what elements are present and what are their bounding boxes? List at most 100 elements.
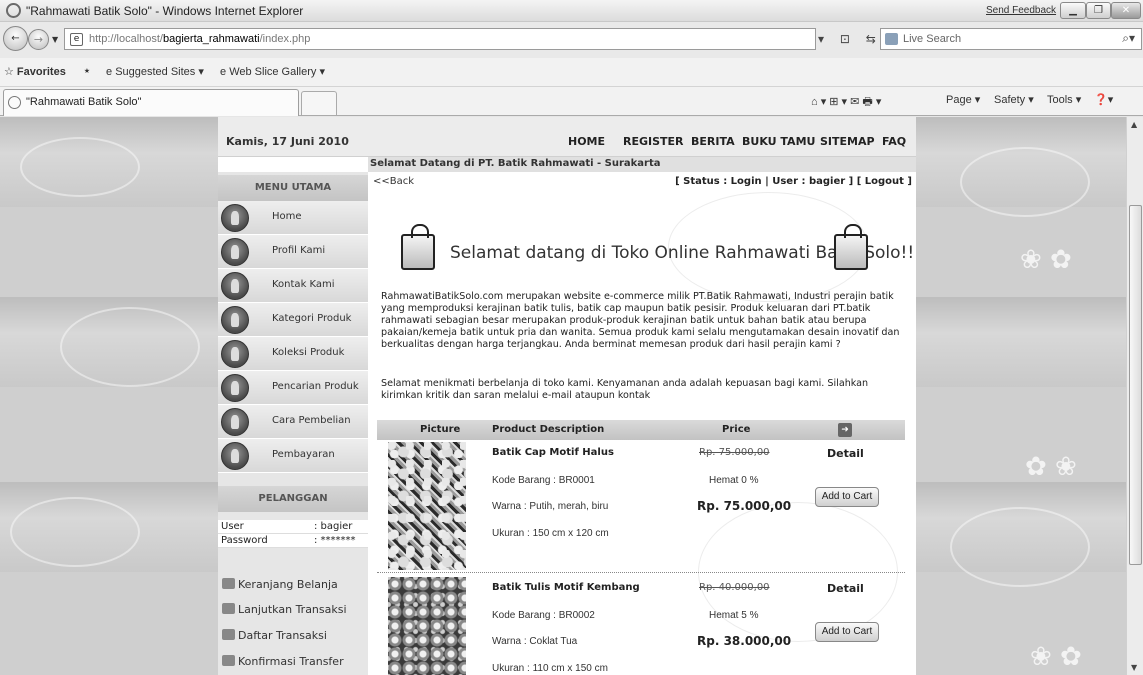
vertical-scrollbar[interactable]: ▲ ▼ <box>1126 117 1143 675</box>
login-user-row: User: bagier <box>218 520 368 534</box>
login-password-row: Password: ******* <box>218 534 368 548</box>
login-status[interactable]: [ Status : Login | User : bagier ] [ Log… <box>675 176 912 187</box>
new-tab-button[interactable] <box>301 91 337 115</box>
garuda-emblem-icon <box>221 408 249 436</box>
suggested-sites-label: Suggested Sites ▾ <box>115 66 204 78</box>
recent-pages-dropdown-icon[interactable]: ▼ <box>52 35 58 44</box>
web-slice-gallery-link[interactable]: e Web Slice Gallery ▾ <box>220 65 325 78</box>
sidebar-item-pencarian[interactable]: Pencarian Produk <box>218 371 368 405</box>
safety-menu[interactable]: Safety ▾ <box>994 93 1034 106</box>
window-titlebar: "Rahmawati Batik Solo" - Windows Interne… <box>0 0 1143 22</box>
tools-menu[interactable]: Tools ▾ <box>1047 93 1081 106</box>
address-input[interactable]: e http://localhost/bagierta_rahmawati/in… <box>64 28 816 50</box>
lanjutkan-transaksi-label: Lanjutkan Transaksi <box>238 603 347 616</box>
welcome-bar: Selamat Datang di PT. Batik Rahmawati - … <box>368 157 916 172</box>
detail-link[interactable]: Detail <box>827 582 864 595</box>
back-button[interactable]: ← <box>3 26 28 51</box>
tab-rahmawati[interactable]: "Rahmawati Batik Solo" <box>3 89 299 116</box>
login-user-value: : bagier <box>314 521 353 532</box>
product-name[interactable]: Batik Cap Motif Halus <box>492 447 614 458</box>
nav-sitemap[interactable]: SITEMAP <box>820 135 875 148</box>
product-image[interactable] <box>388 442 466 570</box>
sidebar-item-profil[interactable]: Profil Kami <box>218 235 368 269</box>
intro-paragraph-2: Selamat menikmati berbelanja di toko kam… <box>381 378 869 401</box>
maximize-button[interactable]: ❐ <box>1086 2 1111 19</box>
scrollbar-thumb[interactable] <box>1129 205 1142 565</box>
row-separator <box>377 572 905 573</box>
scroll-up-icon[interactable]: ▲ <box>1131 120 1137 129</box>
suggested-sites-link[interactable]: e Suggested Sites ▾ <box>106 65 204 78</box>
picture-header: Picture <box>420 424 461 435</box>
nav-buku-tamu[interactable]: BUKU TAMU <box>742 135 815 148</box>
sidebar-item-koleksi[interactable]: Koleksi Produk <box>218 337 368 371</box>
search-placeholder: Live Search <box>903 33 962 45</box>
product-price: Rp. 75.000,00 <box>697 499 792 513</box>
minimize-button[interactable]: ▁ <box>1060 2 1086 19</box>
add-to-cart-button[interactable]: Add to Cart <box>815 487 879 507</box>
nav-home[interactable]: HOME <box>568 135 605 148</box>
detail-link[interactable]: Detail <box>827 447 864 460</box>
konfirmasi-transfer-link[interactable]: Konfirmasi Transfer <box>222 655 344 668</box>
window-title: "Rahmawati Batik Solo" - Windows Interne… <box>26 4 304 18</box>
product-size: Ukuran : 110 cm x 150 cm <box>492 663 608 674</box>
daftar-transaksi-link[interactable]: Daftar Transaksi <box>222 629 327 642</box>
page-menu[interactable]: Page ▾ <box>946 93 980 106</box>
nav-register[interactable]: REGISTER <box>623 135 684 148</box>
login-password-value: : ******* <box>314 535 356 546</box>
shopping-cart-icon <box>222 578 235 589</box>
nav-faq[interactable]: FAQ <box>882 135 906 148</box>
url-host: bagierta_rahmawati <box>163 33 260 45</box>
nav-berita[interactable]: BERITA <box>691 135 735 148</box>
sidebar-item-label: Profil Kami <box>272 245 326 256</box>
search-input[interactable]: Live Search ⌕▾ <box>880 28 1142 50</box>
favorites-label: Favorites <box>16 66 66 78</box>
sidebar-item-home[interactable]: Home <box>218 201 368 235</box>
sidebar: MENU UTAMA Home Profil Kami Kontak Kami … <box>218 172 368 675</box>
bg-swirl <box>10 497 140 567</box>
product-old-price: Rp. 75.000,00 <box>699 447 770 458</box>
site-container: Kamis, 17 Juni 2010 HOME REGISTER BERITA… <box>218 117 916 675</box>
sidebar-item-cara-pembelian[interactable]: Cara Pembelian <box>218 405 368 439</box>
product-name[interactable]: Batik Tulis Motif Kembang <box>492 582 640 593</box>
sidebar-item-kontak[interactable]: Kontak Kami <box>218 269 368 303</box>
sidebar-item-label: Cara Pembelian <box>272 415 351 426</box>
garuda-emblem-icon <box>221 204 249 232</box>
bg-swirl <box>20 137 140 197</box>
bg-swirl <box>60 307 200 387</box>
product-image[interactable] <box>388 577 466 675</box>
product-table-header: Picture Product Description Price ➜ <box>377 420 905 440</box>
bg-flower: ✿ ❀ <box>1025 452 1077 482</box>
current-date: Kamis, 17 Juni 2010 <box>226 135 349 148</box>
konfirmasi-transfer-label: Konfirmasi Transfer <box>238 655 344 668</box>
search-icon[interactable]: ⌕▾ <box>1122 31 1135 46</box>
sidebar-item-kategori[interactable]: Kategori Produk <box>218 303 368 337</box>
bg-swirl <box>950 507 1090 587</box>
next-arrow-icon[interactable]: ➜ <box>838 423 852 437</box>
command-icons[interactable]: ⌂ ▾ ⊞ ▾ ✉ 🖶 ▾ <box>811 93 881 112</box>
sidebar-item-pembayaran[interactable]: Pembayaran <box>218 439 368 473</box>
shopping-bag-icon <box>834 224 868 270</box>
help-menu[interactable]: ❓▾ <box>1094 93 1113 106</box>
sidebar-item-label: Pencarian Produk <box>272 381 359 392</box>
page-viewport: ❀ ✿ ✿ ❀ ❀ ✿ Kamis, 17 Juni 2010 HOME REG… <box>0 117 1126 675</box>
add-to-cart-button[interactable]: Add to Cart <box>815 622 879 642</box>
price-header: Price <box>722 424 751 435</box>
sidebar-item-label: Pembayaran <box>272 449 335 460</box>
scroll-down-icon[interactable]: ▼ <box>1131 663 1137 672</box>
url-path: /index.php <box>259 33 311 45</box>
main-content: <<Back [ Status : Login | User : bagier … <box>368 172 916 675</box>
add-favorites-icon[interactable]: ⭑ <box>84 65 90 78</box>
garuda-emblem-icon <box>221 442 249 470</box>
favorites-button[interactable]: ☆ Favorites <box>4 65 66 78</box>
close-window-button[interactable]: ✕ <box>1111 2 1141 19</box>
lanjutkan-transaksi-link[interactable]: Lanjutkan Transaksi <box>222 603 347 616</box>
menu-utama-heading: MENU UTAMA <box>218 175 368 201</box>
keranjang-belanja-link[interactable]: Keranjang Belanja <box>222 578 338 591</box>
back-link[interactable]: <<Back <box>373 176 414 187</box>
forward-button[interactable]: → <box>28 29 49 50</box>
sidebar-item-label: Koleksi Produk <box>272 347 345 358</box>
page-icon: e <box>70 33 83 46</box>
address-bar-row: ← → ▼ e http://localhost/bagierta_rahmaw… <box>0 22 1143 58</box>
pelanggan-heading: PELANGGAN <box>218 486 368 512</box>
send-feedback-link[interactable]: Send Feedback <box>986 5 1056 16</box>
